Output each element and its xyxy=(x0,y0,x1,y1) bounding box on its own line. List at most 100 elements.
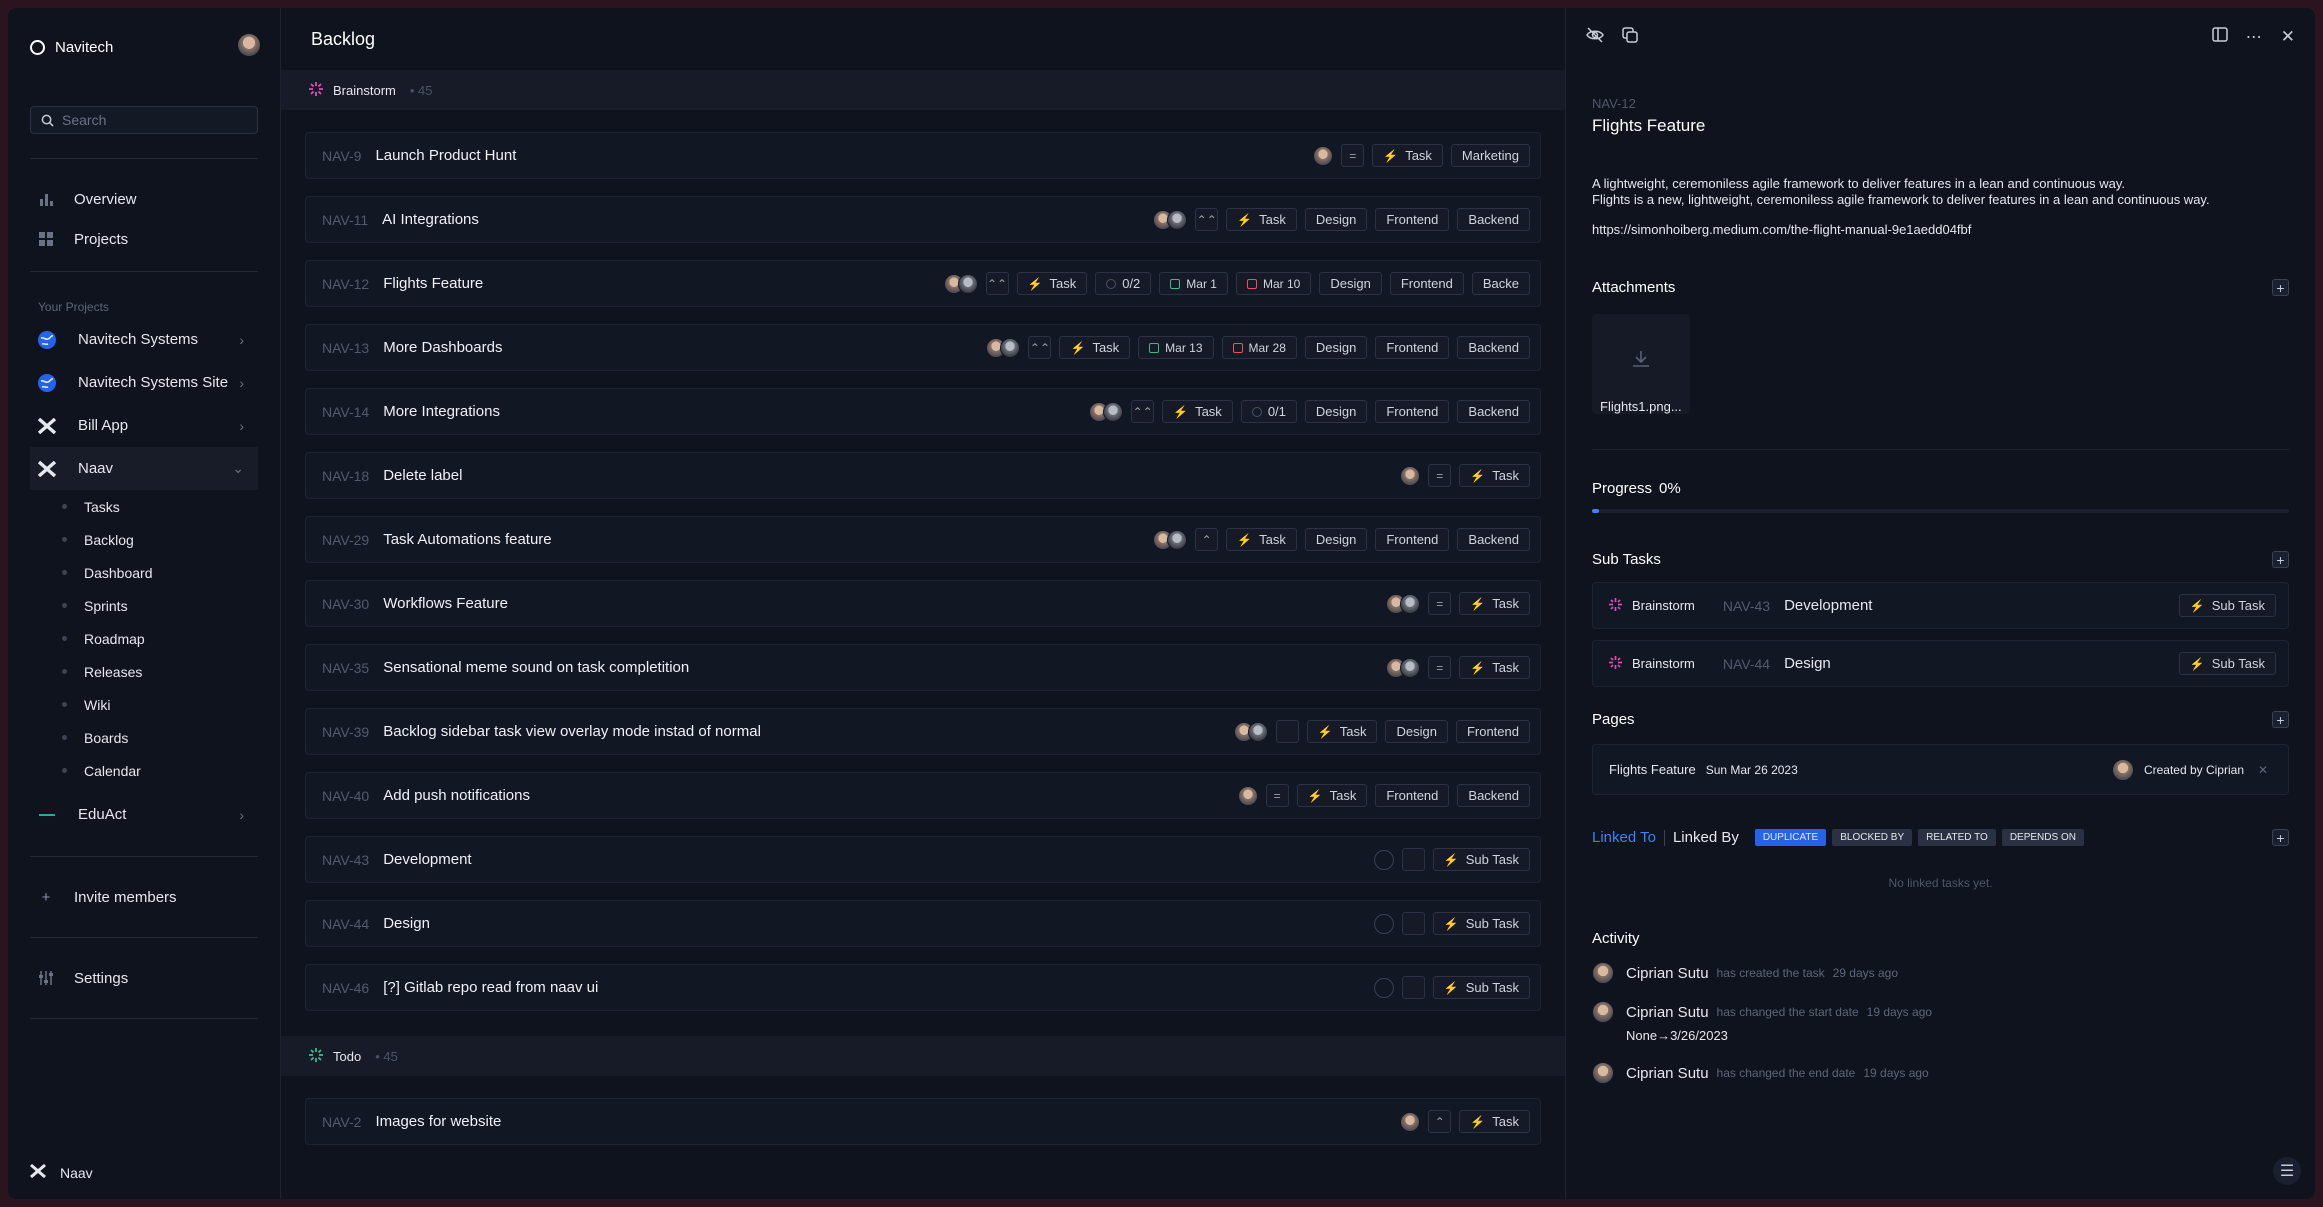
assignee-avatars[interactable] xyxy=(1153,209,1188,230)
link-type-duplicate[interactable]: DUPLICATE xyxy=(1754,829,1827,846)
add-link-button[interactable]: + xyxy=(2272,829,2289,846)
subtask-row[interactable]: Brainstorm NAV-43 Development ⚡ Sub Task xyxy=(1592,582,2289,629)
footer-workspace[interactable]: Naav xyxy=(30,1163,93,1181)
table-row[interactable]: NAV-9 Launch Product Hunt = ⚡ Task Marketing xyxy=(305,132,1541,179)
sub-nav-item[interactable]: Dashboard xyxy=(8,556,280,589)
project-bill-app[interactable]: Bill App › xyxy=(8,404,280,447)
priority-icon[interactable]: ⌃⌃ xyxy=(985,272,1009,295)
priority-icon[interactable]: = xyxy=(1341,144,1365,167)
search-input[interactable]: Search xyxy=(30,106,258,134)
group-header[interactable]: Brainstorm • 45 xyxy=(281,70,1565,110)
page-row[interactable]: Flights Feature Sun Mar 26 2023 Created … xyxy=(1592,744,2289,795)
subtask-type-badge[interactable]: ⚡ Sub Task xyxy=(2178,594,2276,617)
label-tag[interactable]: Design xyxy=(1319,272,1382,295)
subtask-count-badge[interactable]: 0/2 xyxy=(1095,272,1152,295)
attachment-card[interactable]: Flights1.png... xyxy=(1592,314,1690,414)
table-row[interactable]: NAV-29 Task Automations feature ⌃ ⚡ Task Desi… xyxy=(305,516,1541,563)
project-eduact[interactable]: EduAct › xyxy=(8,793,280,836)
label-tag[interactable]: Design xyxy=(1304,400,1368,423)
table-row[interactable]: NAV-35 Sensational meme sound on task com… xyxy=(305,644,1541,691)
task-type-badge[interactable]: ⚡ Task xyxy=(1459,464,1530,487)
label-tag[interactable]: Marketing xyxy=(1450,144,1530,167)
task-type-badge[interactable]: ⚡ Task xyxy=(1296,784,1368,807)
priority-icon[interactable]: = xyxy=(1428,592,1452,615)
sub-nav-item[interactable]: Tasks xyxy=(8,490,280,523)
subtask-count-badge[interactable]: 0/1 xyxy=(1240,400,1297,423)
priority-icon[interactable] xyxy=(1401,848,1425,871)
chevron-right-icon[interactable]: › xyxy=(239,418,244,434)
label-tag[interactable]: Frontend xyxy=(1375,784,1450,807)
task-type-badge[interactable]: ⚡ Task xyxy=(1459,592,1530,615)
tab-linked-by[interactable]: Linked By xyxy=(1673,829,1739,846)
sub-nav-item[interactable]: Wiki xyxy=(8,688,280,721)
label-tag[interactable]: Backend xyxy=(1457,208,1530,231)
link-type-blocked-by[interactable]: BLOCKED BY xyxy=(1832,829,1913,846)
assignee-avatars[interactable] xyxy=(1089,401,1124,422)
chevron-down-icon[interactable]: ⌄ xyxy=(232,460,244,477)
chevron-right-icon[interactable]: › xyxy=(239,375,244,391)
priority-icon[interactable] xyxy=(1275,720,1299,743)
sub-nav-item[interactable]: Boards xyxy=(8,721,280,754)
invite-members-button[interactable]: + Invite members xyxy=(8,877,280,917)
tab-linked-to[interactable]: Linked To xyxy=(1592,829,1656,846)
label-tag[interactable]: Frontend xyxy=(1375,336,1450,359)
priority-icon[interactable]: = xyxy=(1428,656,1452,679)
assignee-avatars[interactable] xyxy=(1373,977,1394,998)
priority-icon[interactable]: ⌃⌃ xyxy=(1028,336,1052,359)
task-type-badge[interactable]: ⚡ Task xyxy=(1226,528,1297,551)
table-row[interactable]: NAV-13 More Dashboards ⌃⌃ ⚡ Task Mar 13 Mar 28… xyxy=(305,324,1541,371)
nav-settings[interactable]: Settings xyxy=(8,958,280,998)
eye-off-icon[interactable] xyxy=(1586,26,1604,48)
start-date-badge[interactable]: Mar 1 xyxy=(1159,272,1228,295)
user-avatar[interactable] xyxy=(238,34,260,56)
table-row[interactable]: NAV-14 More Integrations ⌃⌃ ⚡ Task 0/1 Design F… xyxy=(305,388,1541,435)
close-icon[interactable]: ✕ xyxy=(2258,763,2268,777)
sub-nav-item[interactable]: Calendar xyxy=(8,754,280,787)
subtask-type-badge[interactable]: ⚡ Sub Task xyxy=(1432,912,1530,935)
subtask-type-badge[interactable]: ⚡ Sub Task xyxy=(1432,848,1530,871)
label-tag[interactable]: Design xyxy=(1304,208,1368,231)
label-tag[interactable]: Design xyxy=(1304,336,1368,359)
table-row[interactable]: NAV-46 [?] Gitlab repo read from naav ui ⚡… xyxy=(305,964,1541,1011)
task-type-badge[interactable]: ⚡ Task xyxy=(1372,144,1443,167)
priority-icon[interactable]: = xyxy=(1265,784,1289,807)
nav-overview[interactable]: Overview xyxy=(8,179,280,219)
sub-nav-item[interactable]: Backlog xyxy=(8,523,280,556)
priority-icon[interactable]: ⌃⌃ xyxy=(1131,400,1155,423)
label-tag[interactable]: Backend xyxy=(1457,528,1530,551)
label-tag[interactable]: Frontend xyxy=(1375,400,1450,423)
label-tag[interactable]: Backend xyxy=(1457,784,1530,807)
description-link[interactable]: https://simonhoiberg.medium.com/the-flig… xyxy=(1592,222,2315,237)
priority-icon[interactable]: ⌃ xyxy=(1195,528,1219,551)
assignee-avatars[interactable] xyxy=(1153,529,1188,550)
priority-icon[interactable]: ⌃ xyxy=(1428,1110,1452,1133)
label-tag[interactable]: Backend xyxy=(1457,336,1530,359)
task-type-badge[interactable]: ⚡ Task xyxy=(1459,1110,1530,1133)
assignee-avatars[interactable] xyxy=(1373,849,1394,870)
table-row[interactable]: NAV-2 Images for website ⌃ ⚡ Task xyxy=(305,1098,1541,1145)
project-navitech-systems-site[interactable]: Navitech Systems Site › xyxy=(8,361,280,404)
add-attachment-button[interactable]: + xyxy=(2272,279,2289,296)
task-type-badge[interactable]: ⚡ Task xyxy=(1226,208,1297,231)
sub-nav-item[interactable]: Roadmap xyxy=(8,622,280,655)
group-header[interactable]: Todo • 45 xyxy=(281,1036,1565,1076)
subtask-row[interactable]: Brainstorm NAV-44 Design ⚡ Sub Task xyxy=(1592,640,2289,687)
assignee-avatars[interactable] xyxy=(1386,657,1421,678)
subtask-type-badge[interactable]: ⚡ Sub Task xyxy=(1432,976,1530,999)
task-type-badge[interactable]: ⚡ Task xyxy=(1059,336,1131,359)
task-type-badge[interactable]: ⚡ Task xyxy=(1162,400,1233,423)
project-navitech-systems[interactable]: Navitech Systems › xyxy=(8,318,280,361)
subtask-type-badge[interactable]: ⚡ Sub Task xyxy=(2178,652,2276,675)
end-date-badge[interactable]: Mar 10 xyxy=(1235,272,1312,295)
add-page-button[interactable]: + xyxy=(2272,711,2289,728)
table-row[interactable]: NAV-18 Delete label = ⚡ Task xyxy=(305,452,1541,499)
start-date-badge[interactable]: Mar 13 xyxy=(1138,336,1214,359)
more-icon[interactable]: ⋯ xyxy=(2246,27,2263,47)
task-title[interactable]: Flights Feature xyxy=(1592,116,2315,136)
assignee-avatars[interactable] xyxy=(1386,593,1421,614)
priority-icon[interactable]: ⌃⌃ xyxy=(1195,208,1219,231)
copy-icon[interactable] xyxy=(1622,26,1638,48)
assignee-avatars[interactable] xyxy=(943,273,978,294)
label-tag[interactable]: Backend xyxy=(1457,400,1530,423)
priority-icon[interactable] xyxy=(1401,976,1425,999)
